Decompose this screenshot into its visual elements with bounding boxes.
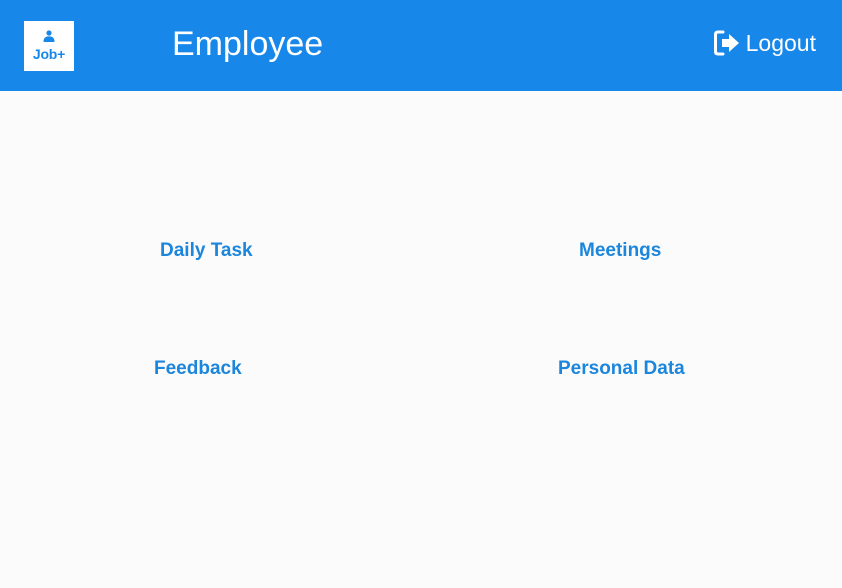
daily-task-link[interactable]: Daily Task [160, 239, 253, 263]
user-icon [43, 30, 55, 42]
logout-icon [713, 30, 739, 56]
logo-text: Job+ [32, 46, 66, 62]
page-title: Employee [172, 25, 324, 63]
meetings-link[interactable]: Meetings [579, 239, 661, 263]
app-header: Job+ Employee Logout [0, 0, 842, 91]
logout-label: Logout [745, 30, 816, 56]
personal-data-link[interactable]: Personal Data [558, 357, 685, 381]
feedback-link[interactable]: Feedback [154, 357, 242, 381]
app-logo: Job+ [24, 21, 74, 71]
logout-button[interactable]: Logout [713, 27, 816, 59]
